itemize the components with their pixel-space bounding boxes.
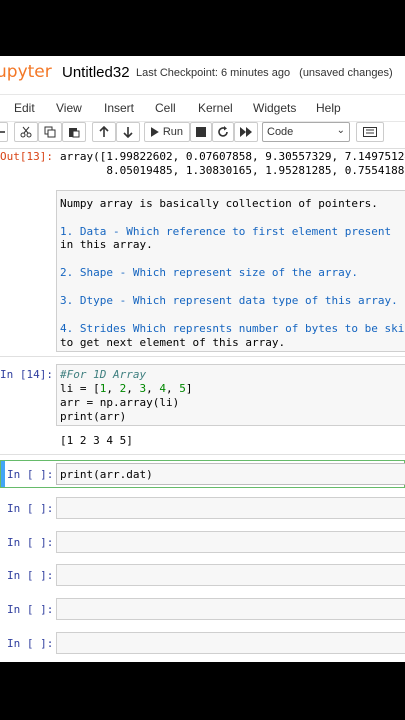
empty-code-cell[interactable]: [56, 531, 405, 553]
output-13-line1: array([1.99822602, 0.07607858, 9.3055732…: [60, 150, 405, 163]
list-number: 4: [159, 382, 166, 395]
menu-help[interactable]: Help: [316, 101, 341, 115]
checkpoint-status: Last Checkpoint: 6 minutes ago (unsaved …: [136, 67, 393, 79]
arrow-down-icon: [123, 127, 133, 138]
cell-divider: [0, 356, 405, 357]
menu-kernel[interactable]: Kernel: [198, 101, 233, 115]
jupyter-logo[interactable]: upyter: [0, 62, 52, 82]
list-number: 5: [179, 382, 186, 395]
input-prompt-empty: In [ ]:: [7, 603, 54, 616]
copy-button[interactable]: [38, 122, 62, 142]
command-palette-button[interactable]: [356, 122, 384, 142]
checkpoint-text: Last Checkpoint: 6 minutes ago: [136, 67, 291, 79]
input-prompt-empty: In [ ]:: [7, 637, 54, 650]
cut-button[interactable]: [14, 122, 38, 142]
empty-code-cell[interactable]: [56, 497, 405, 519]
input-prompt-empty: In [ ]:: [7, 536, 54, 549]
code-line: print(arr): [60, 410, 127, 423]
code-text: li = [: [60, 382, 100, 395]
empty-code-cell[interactable]: [56, 564, 405, 586]
list-number: 2: [119, 382, 127, 395]
code-cell-14[interactable]: #For 1D Array li = [1, 2, 3, 4, 5] arr =…: [56, 364, 405, 426]
list-number: 3: [139, 382, 147, 395]
markdown-line: to get next element of this array.: [60, 336, 286, 349]
input-prompt-empty: In [ ]:: [7, 502, 54, 515]
input-prompt-active: In [ ]:: [7, 468, 54, 481]
plus-icon: [0, 131, 5, 133]
markdown-line: Numpy array is basically collection of p…: [60, 197, 378, 210]
bottom-letterbox: [0, 662, 405, 720]
code-line-list: li = [1, 2, 3, 4, 5]: [60, 382, 193, 395]
cell-type-value: Code: [267, 126, 294, 138]
output-13-line2: 8.05019485, 1.30830165, 1.95281285, 0.75…: [60, 164, 405, 177]
code-comment: #For 1D Array: [60, 368, 147, 381]
arrow-up-icon: [99, 126, 109, 137]
cell-type-select[interactable]: Code ⌄: [262, 122, 350, 142]
cell-14-output: [1 2 3 4 5]: [60, 434, 133, 447]
run-all-button[interactable]: [234, 122, 258, 142]
paste-icon: [69, 128, 80, 138]
run-button[interactable]: Run: [144, 122, 190, 142]
restart-icon: [218, 126, 228, 137]
menu-insert[interactable]: Insert: [104, 101, 134, 115]
code-line: arr = np.array(li): [60, 396, 180, 409]
menu-cell[interactable]: Cell: [155, 101, 176, 115]
scissors-icon: [20, 126, 32, 138]
add-cell-button[interactable]: [0, 122, 8, 142]
empty-code-cell[interactable]: [56, 598, 405, 620]
toolbar: Run Code ⌄: [0, 122, 405, 146]
jupyter-page: upyter Untitled32 Last Checkpoint: 6 min…: [0, 56, 405, 662]
menu-edit[interactable]: Edit: [14, 101, 35, 115]
move-up-button[interactable]: [92, 122, 116, 142]
chevron-down-icon: ⌄: [336, 125, 345, 136]
copy-icon: [44, 126, 56, 138]
empty-code-cell[interactable]: [56, 632, 405, 654]
keyboard-icon: [363, 127, 377, 137]
unsaved-text: (unsaved changes): [299, 67, 393, 79]
markdown-line: in this array.: [60, 238, 153, 251]
stop-icon: [196, 127, 206, 137]
list-number: 1: [99, 382, 107, 395]
fast-forward-icon: [240, 127, 252, 137]
input-prompt-14: In [14]:: [0, 368, 53, 381]
code-line: print(arr.dat): [60, 468, 153, 481]
output-prompt-13: Out[13]:: [0, 150, 53, 163]
move-down-button[interactable]: [116, 122, 140, 142]
menu-view[interactable]: View: [56, 101, 82, 115]
notebook-title[interactable]: Untitled32: [62, 64, 130, 81]
menu-widgets[interactable]: Widgets: [253, 101, 296, 115]
paste-button[interactable]: [62, 122, 86, 142]
play-icon: [151, 127, 159, 137]
markdown-cell[interactable]: Numpy array is basically collection of p…: [56, 190, 405, 352]
run-label: Run: [162, 126, 183, 138]
interrupt-button[interactable]: [190, 122, 212, 142]
markdown-line: 3. Dtype - Which represent data type of …: [60, 294, 398, 307]
menu-bar: Edit View Insert Cell Kernel Widgets Hel…: [0, 94, 405, 122]
input-prompt-empty: In [ ]:: [7, 569, 54, 582]
restart-button[interactable]: [212, 122, 234, 142]
active-code-input[interactable]: print(arr.dat): [56, 463, 405, 485]
toolbar-divider: [0, 148, 405, 149]
active-cell-indicator: [1, 461, 5, 487]
notebook-header: upyter Untitled32 Last Checkpoint: 6 min…: [0, 56, 405, 90]
markdown-line: 1. Data - Which reference to first eleme…: [60, 225, 392, 238]
top-letterbox: [0, 0, 405, 56]
markdown-line: 4. Strides Which represnts number of byt…: [60, 322, 405, 335]
markdown-line: 2. Shape - Which represent size of the a…: [60, 266, 359, 279]
cell-divider: [0, 454, 405, 455]
